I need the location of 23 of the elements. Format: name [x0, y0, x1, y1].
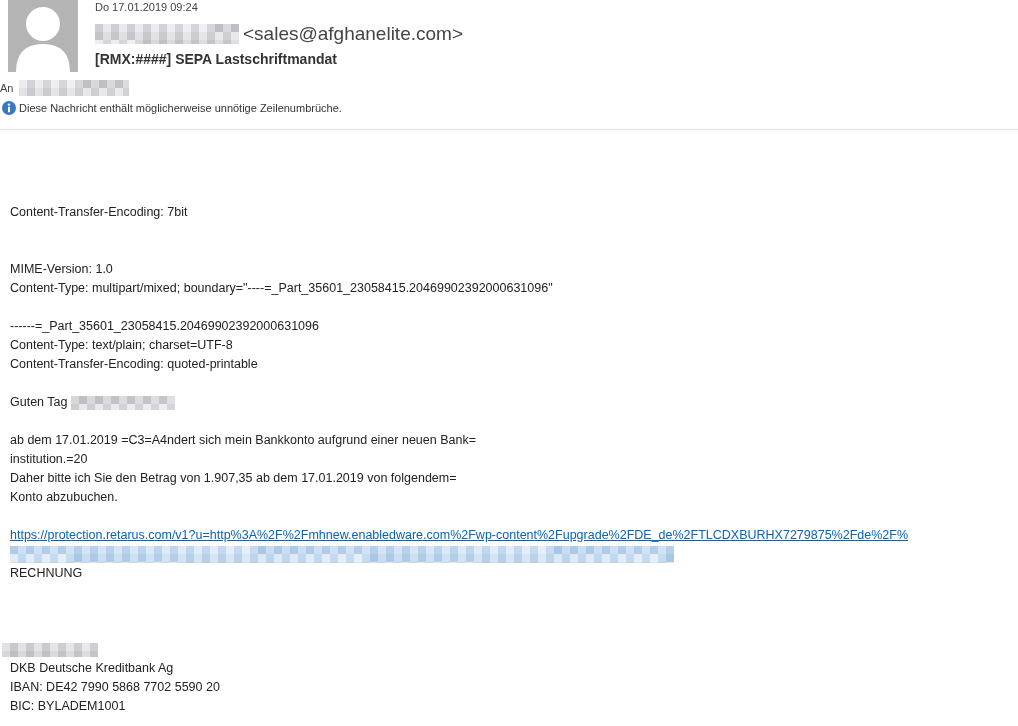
- body-text: RECHNUNG: [10, 565, 83, 582]
- info-icon: [2, 101, 16, 116]
- link[interactable]: https://protection.retarus.com/v1?u=http%3A%2F%2Fmhnew.enabledware.com%2Fwp-content%2Fupgrade%2FDE_de%2FTLCDXBURHX7279875%2Fde%2F%: [10, 526, 909, 545]
- body-text: MIME-Version: 1.0: [10, 261, 113, 278]
- avatar-icon: [8, 0, 78, 72]
- body-text: Content-Type: text/plain; charset=UTF-8: [10, 337, 233, 354]
- body-text: ------=_Part_35601_23058415.20469902392000631096: [10, 318, 319, 335]
- body-text: BIC: BYLADEM1001: [10, 698, 126, 715]
- to-label: An: [0, 81, 14, 96]
- info-text: Diese Nachricht enthält möglicherweise unnötige Zeilenumbrüche.: [19, 101, 342, 116]
- body-text: Content-Transfer-Encoding: 7bit: [10, 204, 188, 221]
- sender-email: <sales@afghanelite.com>: [243, 22, 463, 46]
- greeting-text: Guten Tag: [10, 394, 68, 411]
- body-text: Content-Transfer-Encoding: quoted-printable: [10, 356, 258, 373]
- body-text: ab dem 17.01.2019 =C3=A4ndert sich mein Bankkonto aufgrund einer neuen Bank=: [10, 432, 476, 449]
- date-text: Do 17.01.2019 09:24: [95, 0, 199, 14]
- body-text: Konto abzubuchen.: [10, 489, 118, 506]
- subject-text: [RMX:####] SEPA Lastschriftmandat: [95, 50, 338, 68]
- body-text: Content-Type: multipart/mixed; boundary="----=_Part_35601_23058415.20469902392000631096": [10, 280, 553, 297]
- body-text: Daher bitte ich Sie den Betrag von 1.907,35 ab dem 17.01.2019 von folgendem=: [10, 470, 457, 487]
- body-text: DKB Deutsche Kreditbank Ag: [10, 660, 174, 677]
- body-text: IBAN: DE42 7990 5868 7702 5590 20: [10, 679, 220, 696]
- body-text: institution.=20: [10, 451, 88, 468]
